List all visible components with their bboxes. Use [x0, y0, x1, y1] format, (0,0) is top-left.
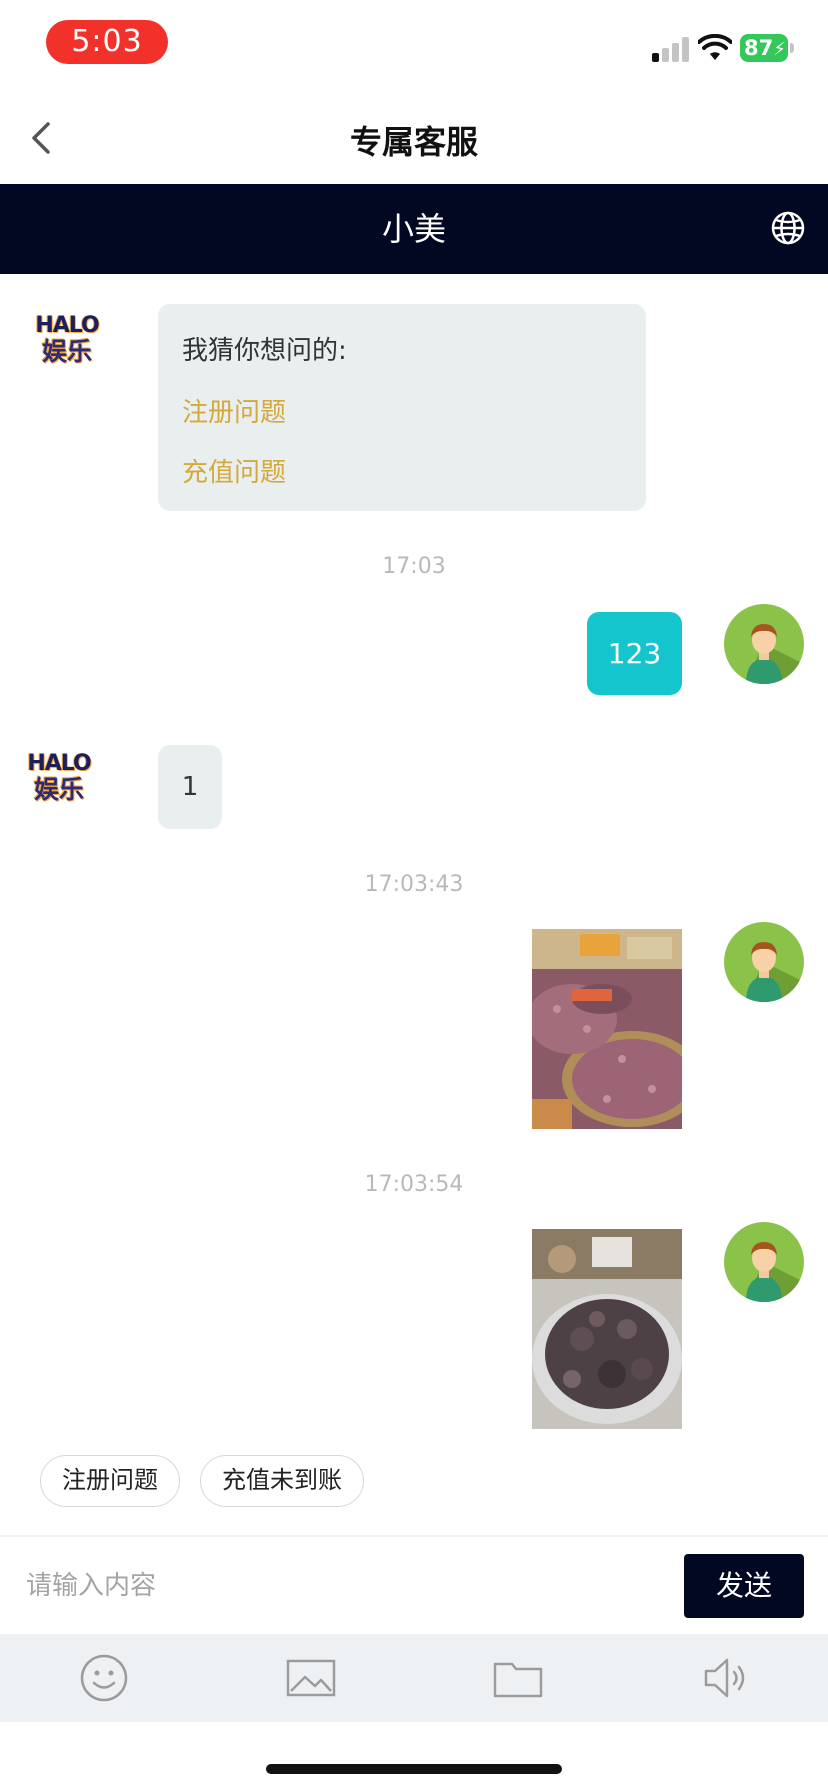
- timestamp: 17:03: [382, 554, 446, 579]
- user-image-message[interactable]: [532, 929, 682, 1129]
- back-chevron-icon[interactable]: [22, 118, 62, 158]
- agent-message-text: 1: [181, 772, 199, 802]
- agent-name: 小美: [381, 210, 446, 248]
- agent-message-bubble: 1: [158, 745, 222, 829]
- user-avatar: [724, 922, 804, 1002]
- folder-icon[interactable]: [492, 1652, 544, 1704]
- message-input[interactable]: [24, 1552, 664, 1620]
- agent-header: 小美: [0, 184, 828, 274]
- suggestion-link-register[interactable]: 注册问题: [182, 392, 286, 429]
- battery-indicator: 87⚡: [740, 34, 788, 62]
- voice-icon[interactable]: [700, 1652, 752, 1704]
- battery-cap: [790, 43, 794, 53]
- quick-reply-register[interactable]: 注册问题: [40, 1455, 180, 1507]
- photo-thumbnail: [532, 1229, 682, 1429]
- input-toolbar: [0, 1634, 828, 1722]
- home-indicator[interactable]: [266, 1764, 562, 1774]
- suggestion-link-recharge[interactable]: 充值问题: [182, 452, 286, 489]
- agent-logo-line1: HALO: [27, 751, 91, 776]
- charging-icon: ⚡: [773, 39, 786, 60]
- user-avatar-icon: [744, 1242, 804, 1302]
- image-icon[interactable]: [285, 1652, 337, 1704]
- suggestion-title: 我猜你想问的:: [182, 336, 347, 366]
- status-bar: 5:03 87⚡: [0, 0, 828, 90]
- agent-logo-line2: 娱乐: [41, 337, 92, 366]
- status-time: 5:03: [46, 20, 168, 64]
- timestamp: 17:03:54: [364, 1172, 464, 1197]
- suggestion-bubble: 我猜你想问的: 注册问题 充值问题: [158, 304, 646, 511]
- quick-reply-recharge-missing[interactable]: 充值未到账: [200, 1455, 364, 1507]
- nav-bar: 专属客服: [0, 90, 828, 184]
- language-globe-icon[interactable]: [770, 210, 806, 246]
- agent-logo-line1: HALO: [35, 313, 99, 338]
- divider: [0, 1535, 828, 1537]
- cellular-signal-icon: [652, 36, 690, 62]
- emoji-icon[interactable]: [78, 1652, 130, 1704]
- user-image-message[interactable]: [532, 1229, 682, 1429]
- battery-level: 87: [744, 36, 774, 60]
- agent-avatar: HALO 娱乐: [24, 752, 94, 804]
- user-message-bubble: 123: [587, 612, 682, 695]
- send-button[interactable]: 发送: [684, 1554, 804, 1618]
- agent-avatar: HALO 娱乐: [32, 314, 102, 366]
- user-avatar: [724, 604, 804, 684]
- user-avatar-icon: [744, 942, 804, 1002]
- user-message-text: 123: [607, 637, 662, 670]
- user-avatar-icon: [744, 624, 804, 684]
- user-avatar: [724, 1222, 804, 1302]
- wifi-icon: [698, 34, 732, 60]
- timestamp: 17:03:43: [364, 872, 464, 897]
- agent-logo-line2: 娱乐: [33, 775, 84, 804]
- photo-thumbnail: [532, 929, 682, 1129]
- page-title: 专属客服: [349, 123, 478, 161]
